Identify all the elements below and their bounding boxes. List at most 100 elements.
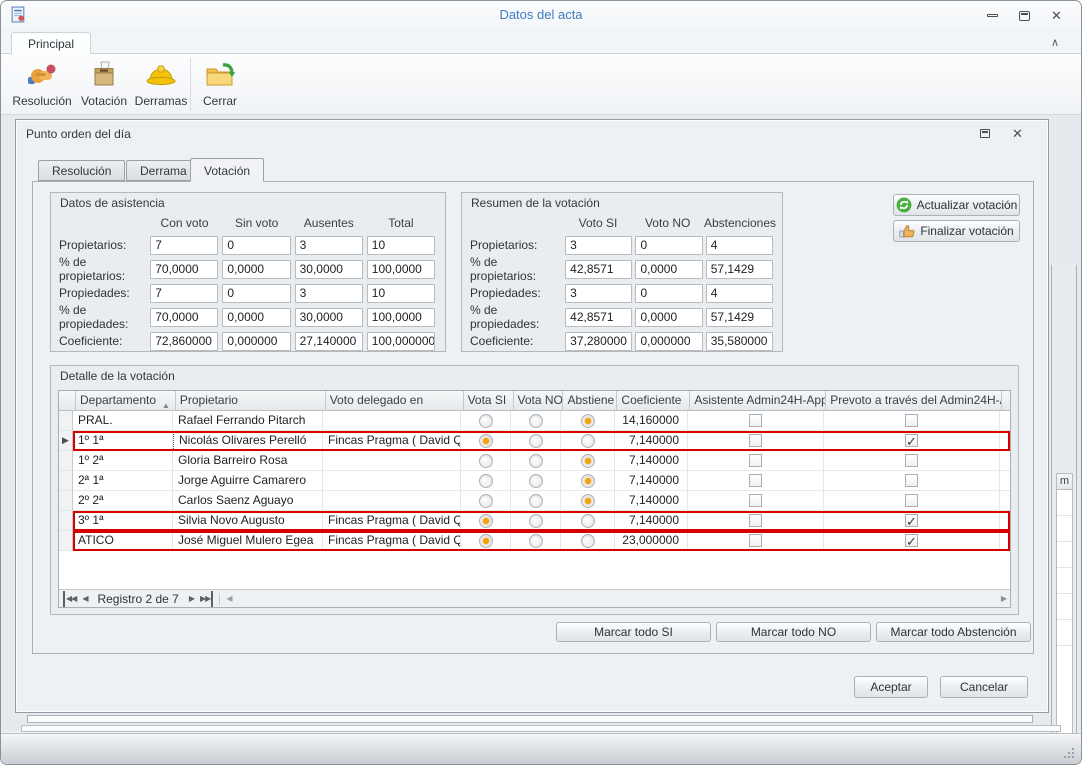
asistente-app-checkbox[interactable] xyxy=(749,494,762,507)
ribbon-separator xyxy=(190,58,191,111)
column-header[interactable]: Abstiene xyxy=(563,391,617,410)
scroll-left-icon[interactable]: ◀ xyxy=(226,591,231,607)
first-record-icon[interactable]: ◀◀ xyxy=(63,591,76,607)
asistente-app-checkbox[interactable] xyxy=(749,514,762,527)
vota-no-radio[interactable] xyxy=(529,454,543,468)
column-header[interactable]: Vota NO xyxy=(514,391,564,410)
abstiene-radio[interactable] xyxy=(581,494,595,508)
last-record-icon[interactable]: ▶▶ xyxy=(200,591,213,607)
asistente-app-checkbox-cell xyxy=(688,411,824,431)
vota-no-radio[interactable] xyxy=(529,494,543,508)
cancel-button[interactable]: Cancelar xyxy=(940,676,1028,698)
asistente-app-checkbox[interactable] xyxy=(749,414,762,427)
vota-si-radio[interactable] xyxy=(479,514,493,528)
attendance-value-field: 27,140000 xyxy=(295,332,363,351)
close-icon[interactable]: ✕ xyxy=(1043,7,1069,24)
prevoto-app-checkbox-cell xyxy=(824,471,1000,491)
departamento-cell: 2ª 1ª xyxy=(73,471,173,491)
prevoto-app-checkbox[interactable] xyxy=(905,474,918,487)
ribbon-tab-principal[interactable]: Principal xyxy=(11,32,91,55)
tab-resolucion[interactable]: Resolución xyxy=(38,160,125,181)
maximize-icon[interactable] xyxy=(1011,7,1037,24)
mark-all-abstention-button[interactable]: Marcar todo Abstención xyxy=(876,622,1031,642)
votacion-button[interactable]: Votación xyxy=(77,57,131,112)
vota-si-radio[interactable] xyxy=(479,474,493,488)
summary-value-field: 0 xyxy=(635,284,702,303)
minimize-icon[interactable] xyxy=(979,7,1005,24)
vota-si-radio[interactable] xyxy=(479,494,493,508)
vota-no-radio[interactable] xyxy=(529,514,543,528)
table-row[interactable]: PRAL.Rafael Ferrando Pitarch14,160000 xyxy=(59,411,1010,431)
asistente-app-checkbox[interactable] xyxy=(749,474,762,487)
vota-si-radio[interactable] xyxy=(479,414,493,428)
asistente-app-checkbox-cell xyxy=(688,471,824,491)
vota-no-radio[interactable] xyxy=(529,534,543,548)
column-header[interactable]: Asistente Admin24H-App xyxy=(690,391,826,410)
vota-no-radio[interactable] xyxy=(529,414,543,428)
prevoto-app-checkbox[interactable] xyxy=(905,454,918,467)
chevron-up-icon[interactable]: ∧ xyxy=(1047,35,1063,51)
column-header[interactable]: Vota SI xyxy=(464,391,514,410)
vota-si-radio[interactable] xyxy=(479,534,493,548)
abstiene-radio[interactable] xyxy=(581,434,595,448)
asistente-app-checkbox-cell xyxy=(688,451,824,471)
vota-no-radio[interactable] xyxy=(529,434,543,448)
vota-si-radio[interactable] xyxy=(479,454,493,468)
table-row[interactable]: 2º 2ªCarlos Saenz Aguayo7,140000 xyxy=(59,491,1010,511)
prevoto-app-checkbox[interactable] xyxy=(905,514,918,527)
attendance-value-field: 0,0000 xyxy=(222,260,290,279)
mark-all-yes-button[interactable]: Marcar todo SI xyxy=(556,622,711,642)
table-row[interactable]: 1º 2ªGloria Barreiro Rosa7,140000 xyxy=(59,451,1010,471)
previous-record-icon[interactable]: ◀ xyxy=(82,591,87,607)
asistente-app-checkbox[interactable] xyxy=(749,534,762,547)
column-header[interactable]: Prevoto a través del Admin24H-App xyxy=(826,391,1002,410)
abstiene-radio[interactable] xyxy=(581,454,595,468)
vota-no-radio[interactable] xyxy=(529,474,543,488)
abstiene-radio[interactable] xyxy=(581,414,595,428)
table-row[interactable]: ▶1º 1ªNicolás Olivares PerellóFincas Pra… xyxy=(59,431,1010,451)
attendance-column-header: Ausentes xyxy=(295,216,363,230)
tab-votacion[interactable]: Votación xyxy=(190,158,264,182)
votacion-tab-page: Datos de asistencia Con votoSin votoAuse… xyxy=(32,181,1034,654)
summary-value-field: 57,1429 xyxy=(706,260,773,279)
finalize-vote-button[interactable]: Finalizar votación xyxy=(893,220,1020,242)
cerrar-button[interactable]: Cerrar xyxy=(195,57,245,112)
coeficiente-cell: 23,000000 xyxy=(615,531,688,551)
column-header[interactable]: Coeficiente xyxy=(617,391,690,410)
prevoto-app-checkbox[interactable] xyxy=(905,494,918,507)
prevoto-app-checkbox[interactable] xyxy=(905,414,918,427)
update-vote-button[interactable]: Actualizar votación xyxy=(893,194,1020,216)
abstiene-radio[interactable] xyxy=(581,474,595,488)
next-record-icon[interactable]: ▶ xyxy=(189,591,194,607)
asistente-app-checkbox-cell xyxy=(688,491,824,511)
vota-si-radio[interactable] xyxy=(479,434,493,448)
column-header[interactable]: Departamento▲ xyxy=(76,391,176,410)
abstiene-radio[interactable] xyxy=(581,534,595,548)
restore-icon[interactable] xyxy=(974,126,996,141)
sort-ascending-icon: ▲ xyxy=(162,396,170,410)
summary-group: Resumen de la votación Voto SIVoto NOAbs… xyxy=(461,192,783,352)
resize-grip[interactable] xyxy=(1062,746,1074,758)
prevoto-app-checkbox[interactable] xyxy=(905,534,918,547)
resolucion-button[interactable]: Resolución xyxy=(9,57,75,112)
accept-button[interactable]: Aceptar xyxy=(854,676,928,698)
table-row[interactable]: 3º 1ªSilvia Novo AugustoFincas Pragma ( … xyxy=(59,511,1010,531)
asistente-app-checkbox[interactable] xyxy=(749,454,762,467)
attendance-value-field: 70,0000 xyxy=(150,308,218,327)
column-header[interactable]: Propietario xyxy=(176,391,326,410)
vota-no-radio-cell xyxy=(511,411,561,431)
mark-all-no-button[interactable]: Marcar todo NO xyxy=(716,622,871,642)
close-icon[interactable]: ✕ xyxy=(1006,126,1028,141)
table-row[interactable]: 2ª 1ªJorge Aguirre Camarero7,140000 xyxy=(59,471,1010,491)
scroll-right-icon[interactable]: ▶ xyxy=(1001,591,1006,607)
table-row[interactable]: ATICOJosé Miguel Mulero EgeaFincas Pragm… xyxy=(59,531,1010,551)
column-header[interactable]: Voto delegado en xyxy=(326,391,464,410)
prevoto-app-checkbox[interactable] xyxy=(905,434,918,447)
summary-value-field: 4 xyxy=(706,236,773,255)
derramas-button[interactable]: Derramas xyxy=(133,57,189,112)
summary-grid: Voto SIVoto NOAbstencionesPropietarios:3… xyxy=(468,213,776,347)
ballot-box-icon xyxy=(88,59,120,91)
abstiene-radio[interactable] xyxy=(581,514,595,528)
vota-no-radio-cell xyxy=(511,491,561,511)
asistente-app-checkbox[interactable] xyxy=(749,434,762,447)
